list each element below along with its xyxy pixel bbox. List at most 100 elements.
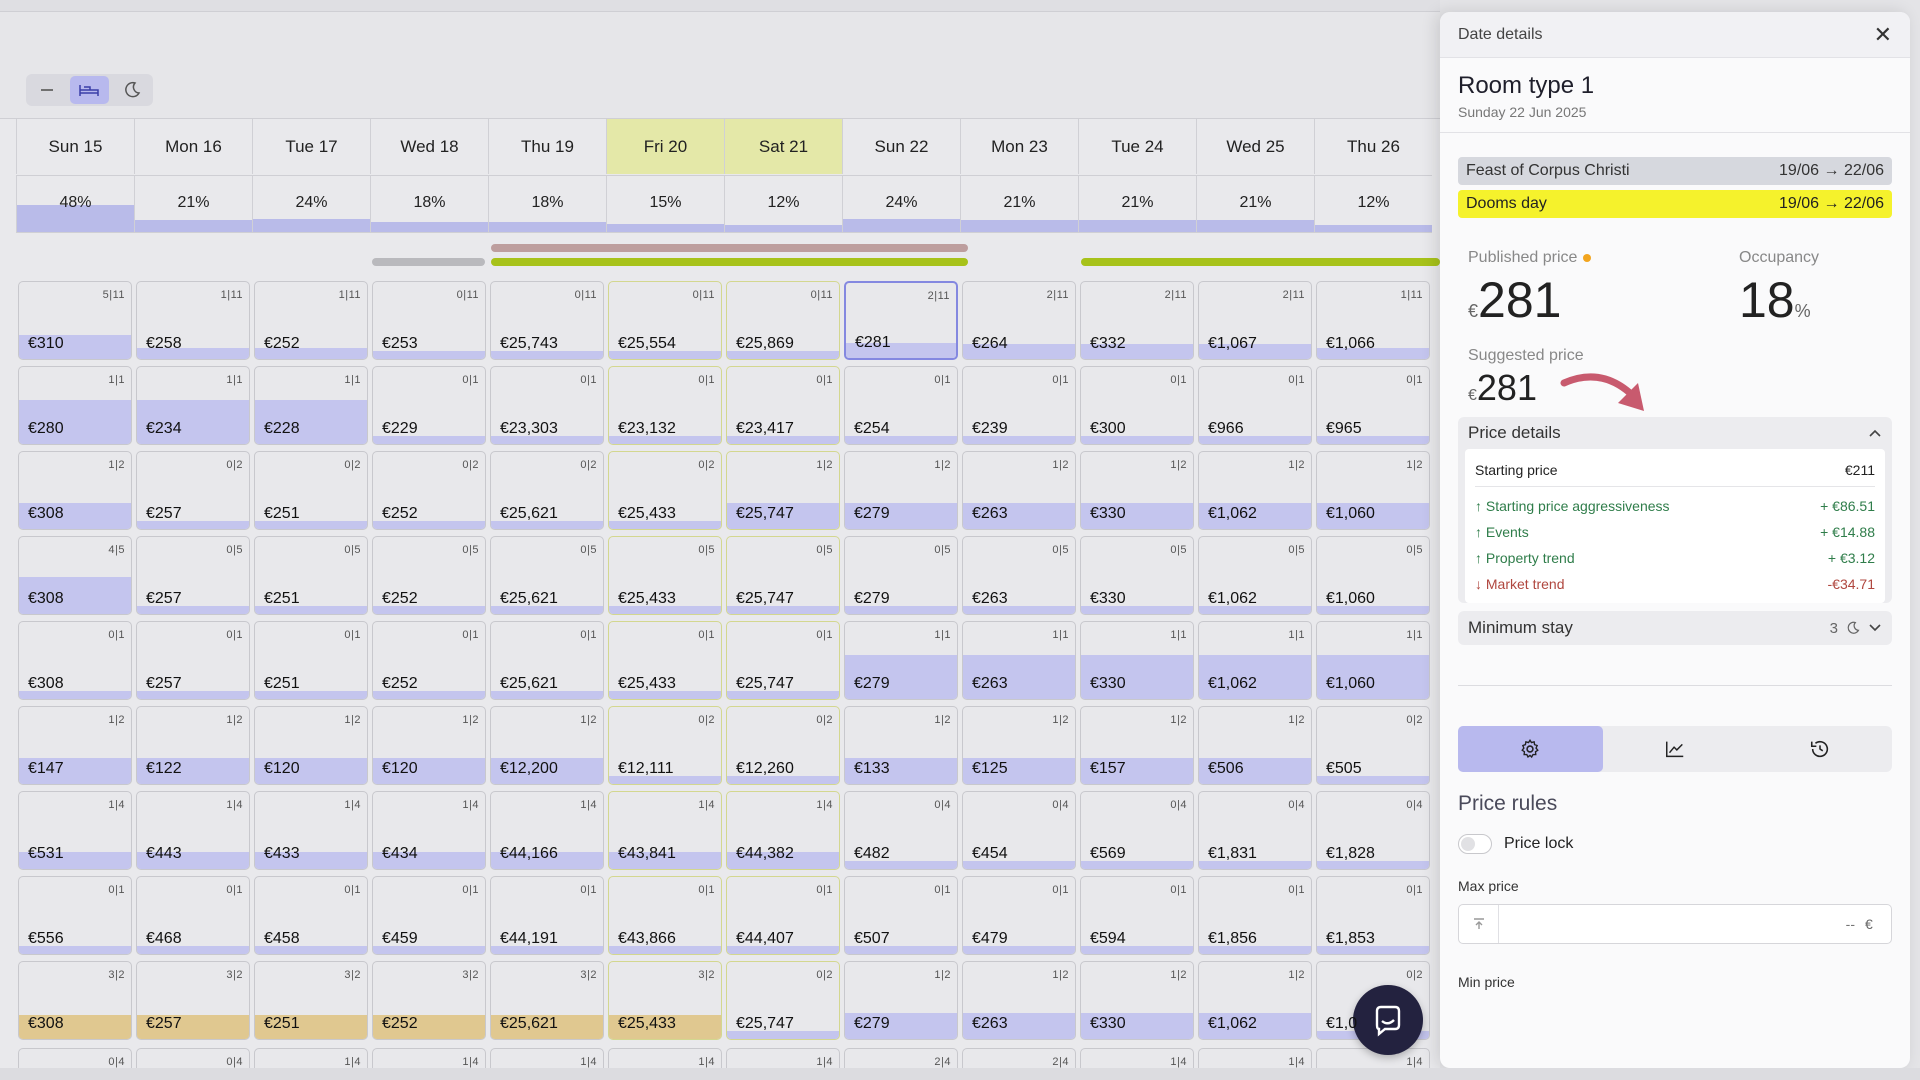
price-cell[interactable]: 0|1 €23,303 — [490, 366, 604, 445]
tab-history[interactable] — [1747, 726, 1892, 772]
price-cell[interactable]: 2|11 €332 — [1080, 281, 1194, 360]
price-cell[interactable]: 1|1 €234 — [136, 366, 250, 445]
price-cell[interactable]: 0|5 €330 — [1080, 536, 1194, 615]
day-header[interactable]: Sun 15 — [16, 119, 134, 174]
price-cell[interactable]: 0|5 €25,747 — [726, 536, 840, 615]
price-cell[interactable]: 0|1 €594 — [1080, 876, 1194, 955]
price-cell[interactable]: 1|2 €157 — [1080, 706, 1194, 785]
day-header[interactable]: Tue 17 — [252, 119, 370, 174]
price-cell[interactable]: 1|2 €133 — [844, 706, 958, 785]
price-cell[interactable]: 0|2 €505 — [1316, 706, 1430, 785]
price-cell[interactable]: 0|11 €253 — [372, 281, 486, 360]
price-cell[interactable]: 0|4 €1,828 — [1316, 791, 1430, 870]
price-cell[interactable]: 0|1 €25,747 — [726, 621, 840, 700]
price-cell[interactable]: 1|2 €120 — [372, 706, 486, 785]
price-cell[interactable]: 1|11 €1,066 — [1316, 281, 1430, 360]
event-bar-dooms-day[interactable] — [491, 258, 968, 266]
price-cell[interactable]: 0|5 €279 — [844, 536, 958, 615]
bed-view-button[interactable] — [70, 76, 109, 104]
night-view-button[interactable] — [113, 76, 151, 104]
price-cell[interactable]: 1|1 €279 — [844, 621, 958, 700]
price-cell[interactable]: 0|11 €25,869 — [726, 281, 840, 360]
price-cell[interactable]: 4|5 €308 — [18, 536, 132, 615]
price-cell[interactable]: 0|1 €965 — [1316, 366, 1430, 445]
price-cell[interactable]: 1|2 €330 — [1080, 961, 1194, 1040]
price-cell[interactable]: 1|11 €258 — [136, 281, 250, 360]
price-cell[interactable]: 1|2 €1,062 — [1198, 451, 1312, 530]
day-header[interactable]: Thu 26 — [1314, 119, 1432, 174]
price-cell[interactable]: 1|4 €433 — [254, 791, 368, 870]
price-cell[interactable]: 0|5 €251 — [254, 536, 368, 615]
day-header[interactable]: Thu 19 — [488, 119, 606, 174]
price-cell[interactable]: 3|2 €25,433 — [608, 961, 722, 1040]
price-cell[interactable]: 1|2 €279 — [844, 961, 958, 1040]
price-cell[interactable]: 1|2 €263 — [962, 961, 1076, 1040]
price-cell[interactable]: 1|1 €1,060 — [1316, 621, 1430, 700]
price-cell[interactable]: 0|1 €239 — [962, 366, 1076, 445]
price-cell[interactable]: 0|2 €12,260 — [726, 706, 840, 785]
price-cell[interactable]: 0|1 €1,856 — [1198, 876, 1312, 955]
day-header[interactable]: Sun 22 — [842, 119, 960, 174]
price-cell[interactable]: 3|2 €252 — [372, 961, 486, 1040]
price-cell[interactable]: 1|2 €1,062 — [1198, 961, 1312, 1040]
price-cell[interactable]: 0|1 €23,132 — [608, 366, 722, 445]
price-cell[interactable]: 3|2 €25,621 — [490, 961, 604, 1040]
price-cell[interactable]: 1|2 €330 — [1080, 451, 1194, 530]
price-cell[interactable]: 1|1 €263 — [962, 621, 1076, 700]
price-cell[interactable]: 0|4 €482 — [844, 791, 958, 870]
collapse-button[interactable] — [28, 76, 66, 104]
minimum-stay-toggle[interactable]: Minimum stay 3 — [1458, 611, 1892, 645]
price-cell[interactable]: 0|1 €479 — [962, 876, 1076, 955]
chat-button[interactable] — [1353, 985, 1423, 1055]
price-cell[interactable]: 0|1 €251 — [254, 621, 368, 700]
price-cell[interactable]: 0|1 €254 — [844, 366, 958, 445]
price-cell[interactable]: 1|2 €12,200 — [490, 706, 604, 785]
price-cell[interactable]: 0|1 €468 — [136, 876, 250, 955]
price-cell[interactable]: 1|4 €531 — [18, 791, 132, 870]
price-cell[interactable]: 0|1 €966 — [1198, 366, 1312, 445]
event-bar-grey[interactable] — [372, 258, 485, 266]
price-cell[interactable]: 0|2 €257 — [136, 451, 250, 530]
price-cell[interactable]: 0|5 €252 — [372, 536, 486, 615]
price-cell[interactable]: 2|11 €281 — [844, 281, 958, 360]
price-cell[interactable]: 0|2 €251 — [254, 451, 368, 530]
price-cell[interactable]: 2|11 €1,067 — [1198, 281, 1312, 360]
price-cell[interactable]: 1|4 €443 — [136, 791, 250, 870]
price-cell[interactable]: 0|1 €25,621 — [490, 621, 604, 700]
price-cell[interactable]: 0|1 €43,866 — [608, 876, 722, 955]
price-cell[interactable]: 0|1 €308 — [18, 621, 132, 700]
price-cell[interactable]: 0|1 €44,191 — [490, 876, 604, 955]
price-cell[interactable]: 0|5 €263 — [962, 536, 1076, 615]
price-cell[interactable]: 0|2 €25,621 — [490, 451, 604, 530]
price-cell[interactable]: 0|1 €507 — [844, 876, 958, 955]
price-cell[interactable]: 0|1 €458 — [254, 876, 368, 955]
price-cell[interactable]: 1|11 €252 — [254, 281, 368, 360]
price-cell[interactable]: 1|2 €147 — [18, 706, 132, 785]
price-cell[interactable]: 1|4 €434 — [372, 791, 486, 870]
price-cell[interactable]: 0|11 €25,554 — [608, 281, 722, 360]
day-header[interactable]: Tue 24 — [1078, 119, 1196, 174]
tab-chart[interactable] — [1603, 726, 1748, 772]
price-cell[interactable]: 0|5 €1,060 — [1316, 536, 1430, 615]
price-cell[interactable]: 0|4 €569 — [1080, 791, 1194, 870]
price-cell[interactable]: 0|1 €23,417 — [726, 366, 840, 445]
day-header[interactable]: Wed 18 — [370, 119, 488, 174]
price-cell[interactable]: 0|11 €25,743 — [490, 281, 604, 360]
price-details-toggle[interactable]: Price details — [1458, 417, 1892, 449]
price-cell[interactable]: 1|1 €330 — [1080, 621, 1194, 700]
price-cell[interactable]: 0|5 €25,621 — [490, 536, 604, 615]
price-cell[interactable]: 1|1 €280 — [18, 366, 132, 445]
price-cell[interactable]: 1|2 €122 — [136, 706, 250, 785]
price-cell[interactable]: 1|2 €25,747 — [726, 451, 840, 530]
price-cell[interactable]: 1|4 €44,166 — [490, 791, 604, 870]
day-header[interactable]: Mon 16 — [134, 119, 252, 174]
price-cell[interactable]: 1|2 €279 — [844, 451, 958, 530]
price-cell[interactable]: 0|1 €229 — [372, 366, 486, 445]
price-cell[interactable]: 0|1 €459 — [372, 876, 486, 955]
price-cell[interactable]: 1|2 €125 — [962, 706, 1076, 785]
day-header[interactable]: Fri 20 — [606, 119, 724, 174]
price-cell[interactable]: 0|2 €252 — [372, 451, 486, 530]
price-cell[interactable]: 1|1 €1,062 — [1198, 621, 1312, 700]
price-cell[interactable]: 0|1 €44,407 — [726, 876, 840, 955]
price-cell[interactable]: 1|2 €1,060 — [1316, 451, 1430, 530]
